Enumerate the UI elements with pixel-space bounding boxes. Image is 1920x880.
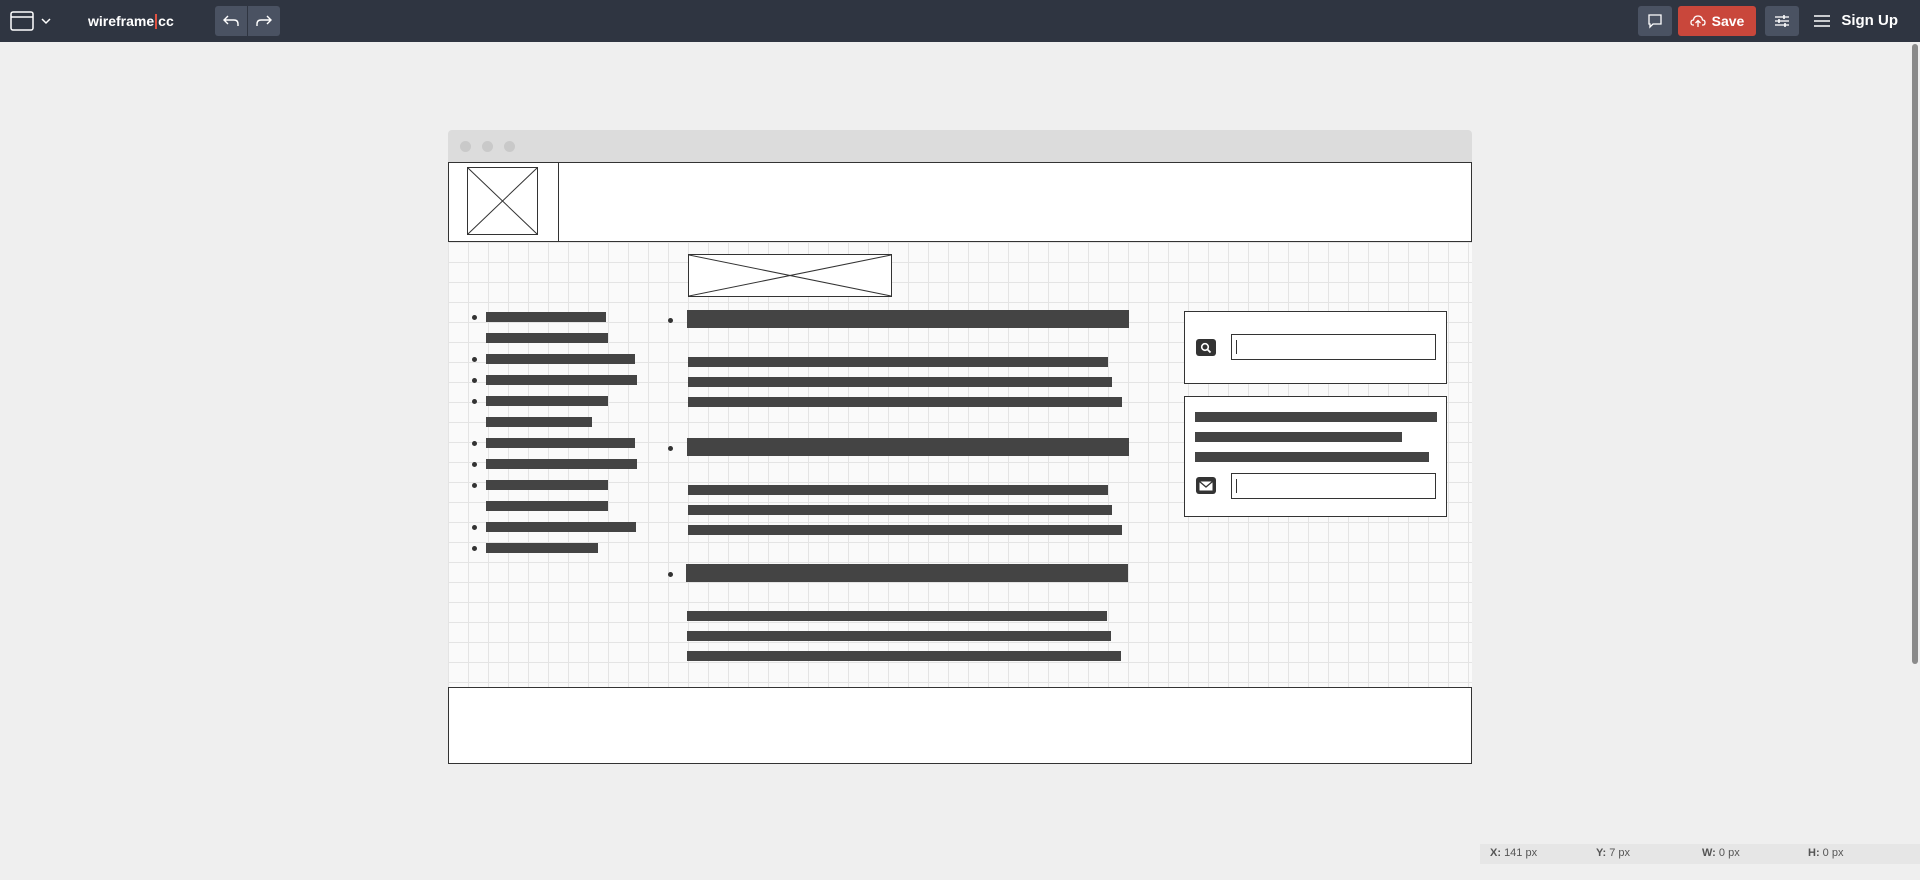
nav-item-line[interactable] [486,438,635,448]
paragraph-line[interactable] [688,485,1108,495]
nav-item-line[interactable] [486,459,637,469]
coordinate-status-bar: X: 141 px Y: 7 px W: 0 px H: 0 px [1480,844,1920,864]
x-value: 141 px [1504,847,1538,859]
y-readout: Y: 7 px [1596,847,1630,859]
sign-up-link[interactable]: Sign Up [1841,12,1898,29]
search-icon [1196,339,1216,356]
window-dot-maximize [504,141,515,152]
wireframe-browser-frame[interactable] [448,130,1472,764]
newsletter-text-line[interactable] [1195,432,1402,442]
x-readout: X: 141 px [1490,847,1537,859]
comment-icon [1648,14,1662,29]
paragraph-line[interactable] [687,611,1107,621]
paragraph-line[interactable] [688,357,1108,367]
app-toolbar: wireframe cc Save Sign Up [0,0,1920,42]
comment-button[interactable] [1638,6,1672,36]
w-readout: W: 0 px [1702,847,1740,859]
hamburger-icon [1814,15,1830,27]
paragraph-line[interactable] [688,397,1122,407]
redo-icon [256,15,272,26]
paragraph-line[interactable] [687,651,1121,661]
paragraph-line[interactable] [687,631,1111,641]
logo-divider [155,13,158,29]
section-bullet [668,572,673,577]
h-readout: H: 0 px [1808,847,1843,859]
nav-bullet [472,399,477,404]
paragraph-line[interactable] [688,525,1122,535]
section-heading-line[interactable] [687,438,1129,456]
undo-button[interactable] [215,6,247,36]
nav-item-line[interactable] [486,522,636,532]
section-bullet [668,446,673,451]
image-placeholder-icon [468,168,537,234]
text-caret [1236,340,1237,354]
nav-bullet [472,441,477,446]
logo-right-text: cc [158,13,174,29]
nav-bullet [472,462,477,467]
sliders-icon [1775,15,1789,27]
window-dot-minimize [482,141,493,152]
w-value: 0 px [1718,847,1740,859]
image-placeholder-icon [689,255,891,296]
email-input[interactable] [1231,473,1436,499]
window-menu-button[interactable] [8,9,54,33]
chevron-down-icon [41,18,51,25]
nav-item-line[interactable] [486,312,606,322]
header-block[interactable] [448,162,1472,242]
settings-button[interactable] [1765,6,1799,36]
nav-item-line[interactable] [486,354,635,364]
h-value: 0 px [1822,847,1844,859]
newsletter-text-line[interactable] [1195,452,1429,462]
nav-bullet [472,378,477,383]
text-caret [1236,479,1237,493]
window-icon [10,11,34,31]
nav-item-line[interactable] [486,375,637,385]
nav-bullet [472,315,477,320]
logo-left-text: wireframe [88,13,155,29]
hero-image-placeholder[interactable] [688,254,892,297]
menu-button[interactable] [1810,9,1834,33]
section-bullet [668,318,673,323]
undo-icon [223,15,239,26]
search-input[interactable] [1231,334,1436,360]
nav-item-line[interactable] [486,543,598,553]
paragraph-line[interactable] [688,377,1112,387]
window-dot-close [460,141,471,152]
nav-item-line[interactable] [486,480,608,490]
y-label: Y: [1596,847,1607,859]
nav-item-line[interactable] [486,396,608,406]
nav-bullet [472,525,477,530]
nav-item-line[interactable] [486,501,608,511]
nav-item-line[interactable] [486,417,592,427]
nav-item-line[interactable] [486,333,608,343]
nav-bullet [472,357,477,362]
section-heading-line[interactable] [686,564,1128,582]
nav-bullet [472,546,477,551]
save-button[interactable]: Save [1678,6,1756,36]
nav-bullet [472,483,477,488]
app-logo: wireframe cc [88,12,174,30]
footer-block[interactable] [448,687,1472,764]
y-value: 7 px [1609,847,1631,859]
save-label: Save [1711,13,1745,29]
section-heading-line[interactable] [687,310,1129,328]
canvas-scrollbar[interactable] [1912,44,1918,664]
browser-chrome-bar [448,130,1472,162]
paragraph-line[interactable] [688,505,1112,515]
cloud-upload-icon [1689,15,1706,27]
redo-button[interactable] [248,6,280,36]
x-label: X: [1490,847,1501,859]
h-label: H: [1808,847,1820,859]
logo-image-placeholder[interactable] [467,167,538,235]
w-label: W: [1702,847,1716,859]
newsletter-text-line[interactable] [1195,412,1437,422]
envelope-icon [1196,477,1216,494]
